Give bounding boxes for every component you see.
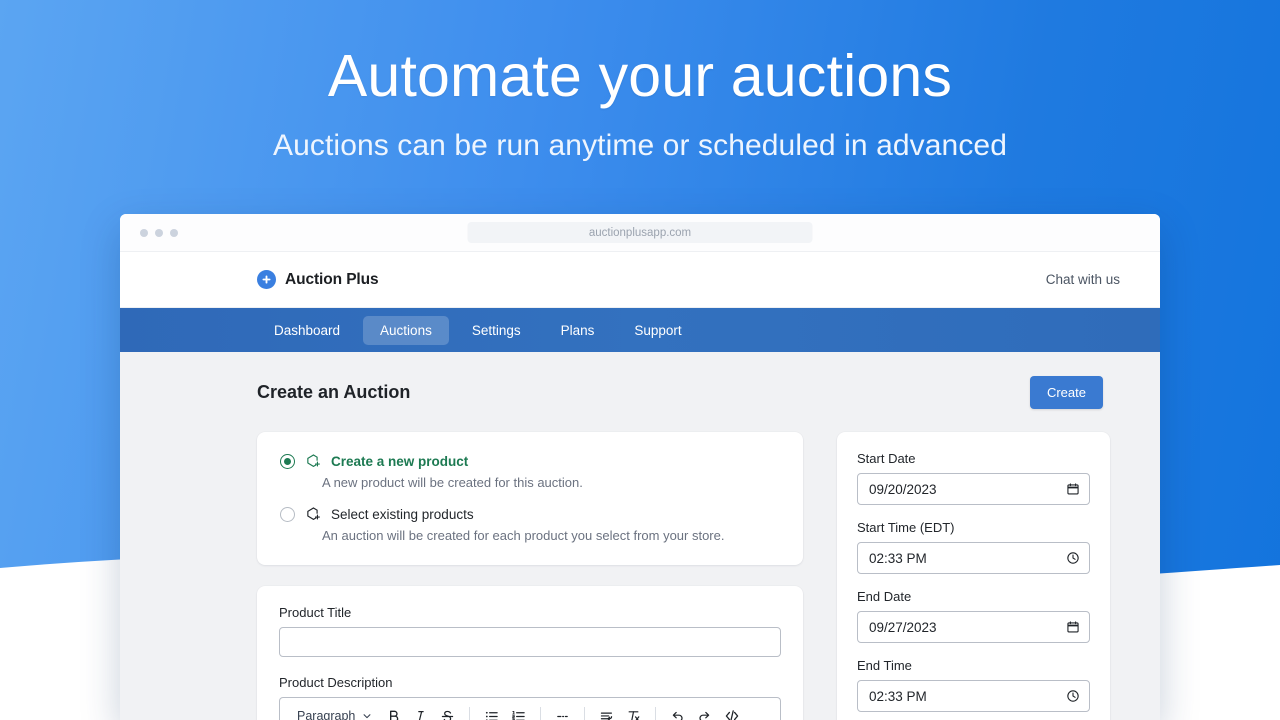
strikethrough-icon[interactable] <box>435 704 460 720</box>
page-title: Create an Auction <box>257 382 411 402</box>
hero-subtitle: Auctions can be run anytime or scheduled… <box>273 128 1007 162</box>
window-maximize-dot[interactable] <box>170 228 178 237</box>
window-close-dot[interactable] <box>140 228 148 237</box>
product-add-icon <box>305 506 321 522</box>
horizontal-rule-icon[interactable] <box>550 704 575 720</box>
main-navigation: Dashboard Auctions Settings Plans Suppor… <box>120 308 1160 352</box>
option-create-new-product[interactable]: Create a new product A new product will … <box>280 453 780 490</box>
code-icon[interactable] <box>719 704 744 720</box>
end-date-input[interactable] <box>857 611 1090 643</box>
indent-icon[interactable] <box>594 704 619 720</box>
end-time-label: End Time <box>857 658 912 673</box>
product-title-input[interactable] <box>279 627 781 657</box>
option-label-select-existing-products: Select existing products <box>331 506 474 522</box>
chat-with-us-link[interactable]: Chat with us <box>1046 272 1120 287</box>
undo-icon[interactable] <box>665 704 690 720</box>
toolbar-divider <box>655 707 657 720</box>
chevron-down-icon <box>362 711 372 720</box>
product-description-label: Product Description <box>279 675 393 690</box>
italic-icon[interactable] <box>408 704 433 720</box>
bold-icon[interactable] <box>381 704 406 720</box>
toolbar-divider <box>584 707 586 720</box>
create-auction-button[interactable]: Create <box>1029 376 1103 409</box>
radio-create-new-product[interactable] <box>280 453 295 469</box>
content-columns: Create a new product A new product will … <box>257 432 1110 720</box>
rich-text-toolbar: Paragraph <box>279 697 781 720</box>
schedule-card: Start Date 09/20/2023 Start Time (EDT) 0… <box>837 432 1110 720</box>
start-time-field: Start Time (EDT) <box>857 520 1090 574</box>
product-add-icon <box>305 453 321 469</box>
product-source-card: Create a new product A new product will … <box>257 432 803 565</box>
nav-item-dashboard[interactable]: Dashboard <box>257 316 357 345</box>
hero-section: Automate your auctions Auctions can be r… <box>0 0 1280 163</box>
start-date-field: Start Date <box>857 451 1090 505</box>
page-header: Create an Auction Create <box>257 376 1103 409</box>
toolbar-divider <box>540 707 542 720</box>
block-format-select[interactable]: Paragraph <box>290 705 379 720</box>
brand-name: Auction Plus <box>285 270 379 288</box>
toolbar-divider <box>469 707 471 720</box>
option-label-create-new-product: Create a new product <box>331 453 469 469</box>
block-format-value: Paragraph <box>297 709 356 720</box>
end-date-label: End Date <box>857 589 912 604</box>
browser-chrome-bar: auctionplusapp.com <box>120 214 1160 252</box>
start-time-input[interactable] <box>857 542 1090 574</box>
end-time-field: End Time <box>857 658 1090 712</box>
nav-item-plans[interactable]: Plans <box>544 316 612 345</box>
clear-formatting-icon[interactable] <box>621 704 646 720</box>
option-select-existing-products[interactable]: Select existing products An auction will… <box>280 506 780 543</box>
nav-item-support[interactable]: Support <box>617 316 698 345</box>
end-date-field: End Date <box>857 589 1090 643</box>
plus-circle-icon <box>257 270 276 289</box>
page-content: Create an Auction Create Create a new pr… <box>120 352 1160 720</box>
option-desc-create-new-product: A new product will be created for this a… <box>322 475 583 490</box>
nav-item-settings[interactable]: Settings <box>455 316 538 345</box>
product-title-label: Product Title <box>279 605 352 620</box>
hero-title: Automate your auctions <box>327 43 953 109</box>
start-time-label: Start Time (EDT) <box>857 520 955 535</box>
nav-item-auctions[interactable]: Auctions <box>363 315 449 345</box>
promo-screenshot: Automate your auctions Auctions can be r… <box>0 0 1280 720</box>
start-date-label: Start Date <box>857 451 916 466</box>
numbered-list-icon[interactable] <box>506 704 531 720</box>
address-bar[interactable]: auctionplusapp.com <box>467 222 813 243</box>
window-controls <box>140 228 178 237</box>
end-time-input[interactable] <box>857 680 1090 712</box>
browser-window: auctionplusapp.com Auction Plus Chat wit… <box>120 214 1160 720</box>
address-bar-url: auctionplusapp.com <box>588 226 692 239</box>
option-desc-select-existing-products: An auction will be created for each prod… <box>322 528 725 543</box>
window-minimize-dot[interactable] <box>155 228 163 237</box>
right-column: Start Date 09/20/2023 Start Time (EDT) 0… <box>837 432 1110 720</box>
product-details-card: Product Title Product Description Paragr… <box>257 586 803 720</box>
left-column: Create a new product A new product will … <box>257 432 803 720</box>
bulleted-list-icon[interactable] <box>479 704 504 720</box>
app-header: Auction Plus Chat with us <box>120 252 1160 308</box>
brand-logo[interactable]: Auction Plus <box>257 270 379 289</box>
redo-icon[interactable] <box>692 704 717 720</box>
start-date-input[interactable] <box>857 473 1090 505</box>
radio-select-existing-products[interactable] <box>280 506 295 522</box>
